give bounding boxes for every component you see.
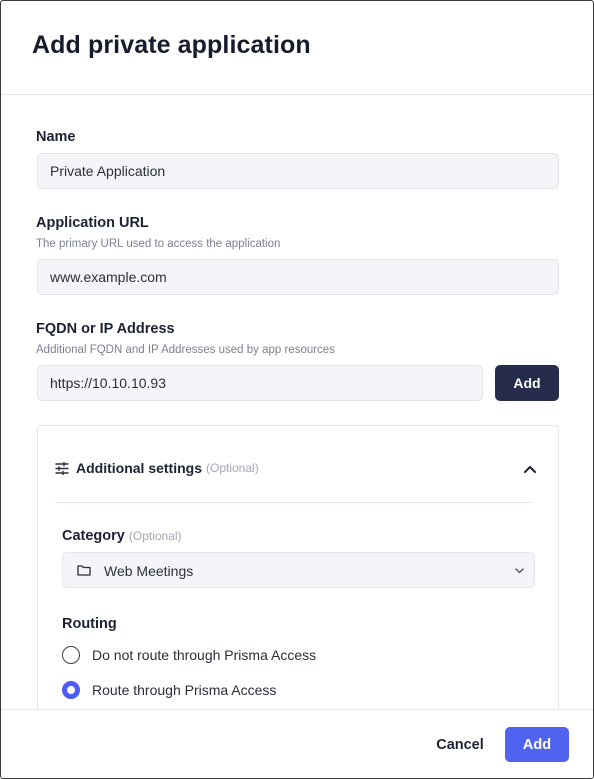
dialog-footer: Cancel Add	[1, 709, 593, 778]
radio-route-label: Route through Prisma Access	[92, 682, 277, 698]
radio-route[interactable]	[62, 681, 80, 699]
dialog-header: Add private application	[1, 1, 593, 95]
routing-option-do-not-route[interactable]: Do not route through Prisma Access	[62, 646, 316, 664]
chevron-down-icon	[515, 568, 524, 574]
name-label: Name	[36, 129, 76, 145]
additional-settings-panel: Additional settings (Optional) Category(…	[37, 425, 559, 709]
add-button[interactable]: Add	[505, 727, 569, 762]
add-fqdn-button[interactable]: Add	[495, 365, 559, 401]
chevron-up-icon[interactable]	[523, 464, 537, 474]
application-url-input[interactable]: www.example.com	[37, 259, 559, 295]
application-url-help: The primary URL used to access the appli…	[36, 238, 281, 250]
routing-option-route[interactable]: Route through Prisma Access	[62, 681, 276, 699]
routing-label: Routing	[62, 616, 117, 632]
add-private-application-dialog: Add private application Name Private App…	[0, 0, 594, 779]
sliders-icon	[55, 461, 69, 475]
additional-settings-optional: (Optional)	[206, 461, 259, 475]
category-optional: (Optional)	[128, 529, 182, 543]
cancel-button[interactable]: Cancel	[428, 728, 492, 762]
radio-do-not-route[interactable]	[62, 646, 80, 664]
category-select-value: Web Meetings	[104, 563, 194, 579]
name-input[interactable]: Private Application	[37, 153, 559, 189]
category-label-text: Category	[62, 528, 125, 544]
fqdn-input[interactable]: https://10.10.10.93	[37, 365, 483, 401]
application-url-label: Application URL	[36, 215, 149, 231]
fqdn-help: Additional FQDN and IP Addresses used by…	[36, 344, 335, 356]
folder-icon	[77, 565, 91, 576]
dialog-body[interactable]: Name Private Application Application URL…	[1, 95, 593, 709]
category-select[interactable]: Web Meetings	[62, 552, 535, 588]
dialog-title: Add private application	[32, 31, 311, 59]
category-label: Category (Optional)	[62, 528, 182, 544]
additional-settings-header[interactable]: Additional settings (Optional)	[55, 460, 259, 476]
panel-divider	[55, 502, 532, 503]
additional-settings-title: Additional settings	[76, 460, 202, 476]
radio-do-not-route-label: Do not route through Prisma Access	[92, 647, 317, 663]
fqdn-label: FQDN or IP Address	[36, 321, 175, 337]
